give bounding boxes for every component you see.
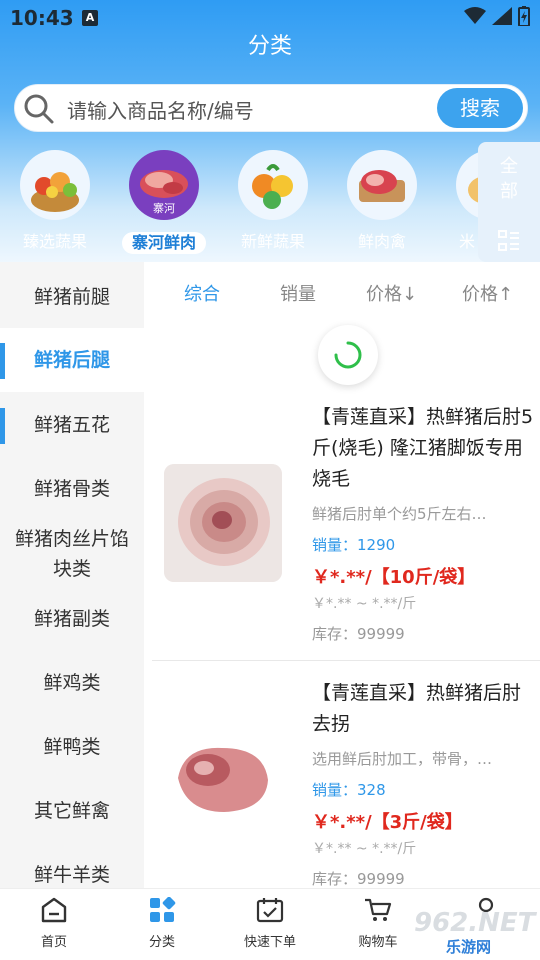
sidebar-item[interactable]: 鲜牛羊类 (0, 860, 144, 888)
product-description: 选用鲜后肘加工，带骨，… (312, 750, 493, 768)
product-divider (152, 660, 540, 661)
product-name: 【青莲直采】热鲜猪后肘去拐 (312, 682, 522, 735)
watermark-logo: 962.NET 乐游网 (402, 908, 538, 958)
page-title: 分类 (247, 34, 292, 59)
status-time: 10:43 (10, 6, 74, 30)
product-sales: 销量：1290 (312, 536, 396, 554)
sort-bar: 综合 销量 价格↓ 价格↑ (144, 262, 540, 322)
notification-indicator-icon: A (82, 10, 98, 26)
sidebar-item[interactable]: 鲜鸭类 (0, 732, 144, 762)
category-badge: 寨河 (153, 202, 175, 215)
category-sidebar: 鲜猪前腿 鲜猪后腿 鲜猪五花 鲜猪骨类 鲜猪肉丝片馅块类 鲜猪副类 鲜鸡类 鲜鸭… (0, 262, 144, 888)
tab-quick-order[interactable]: 快速下单 (220, 897, 320, 950)
product-price: ￥*.**/【3斤/袋】 (312, 812, 463, 833)
grid-list-icon (498, 230, 519, 251)
search-input[interactable]: 请输入商品名称/编号 (67, 95, 254, 124)
tab-category[interactable]: 分类 (112, 896, 212, 950)
sidebar-item[interactable]: 鲜猪前腿 (0, 282, 144, 312)
category-label-active: 寨河鲜肉 (121, 232, 206, 254)
sidebar-item-active[interactable]: 鲜猪后腿 (0, 328, 144, 444)
all-button-line1: 全 (500, 156, 518, 177)
loading-spinner (318, 325, 378, 385)
tab-label: 首页 (40, 935, 67, 950)
quick-order-icon (256, 898, 284, 923)
product-name: 【青莲直采】热鲜猪后肘5斤(烧毛) 隆江猪脚饭专用烧毛 (312, 406, 534, 490)
category-label: 鲜肉禽 (357, 232, 406, 251)
search-box[interactable]: 请输入商品名称/编号 搜索 (14, 84, 528, 132)
category-item-rice[interactable]: 米 (441, 150, 478, 252)
status-icons (464, 6, 530, 26)
category-icon (150, 896, 176, 922)
sidebar-item[interactable]: 其它鲜禽 (0, 796, 144, 826)
category-item-zhaihe-meat[interactable]: 寨河 寨河鲜肉 (114, 150, 214, 254)
watermark-main: 962.NET (414, 908, 536, 938)
product-description: 鲜猪后肘单个约5斤左右… (312, 505, 487, 523)
category-item-select-produce[interactable]: 臻选蔬果 (5, 150, 105, 252)
all-button-line2: 部 (500, 181, 518, 202)
product-price-range: ￥*.** ~ *.**/斤 (312, 841, 417, 857)
category-label: 臻选蔬果 (22, 232, 87, 251)
spinner-icon (334, 341, 362, 369)
category-strip: 臻选蔬果 寨河 寨河鲜肉 新鲜蔬果 鲜肉禽 米 (0, 150, 478, 260)
rice-icon (456, 150, 478, 220)
sort-price-asc[interactable]: 价格↑ (462, 280, 513, 306)
sort-sales[interactable]: 销量 (280, 280, 316, 306)
sort-comprehensive[interactable]: 综合 (184, 280, 220, 306)
category-item-meat-poultry[interactable]: 鲜肉禽 (332, 150, 432, 252)
category-label: 米 (459, 232, 476, 251)
sort-price-desc[interactable]: 价格↓ (366, 280, 417, 306)
produce-basket-icon (20, 150, 90, 220)
tab-label: 快速下单 (243, 935, 296, 950)
search-button[interactable]: 搜索 (437, 88, 523, 128)
product-image[interactable] (164, 718, 282, 836)
product-info: 【青莲直采】热鲜猪后肘5斤(烧毛) 隆江猪脚饭专用烧毛 鲜猪后肘单个约5斤左右…… (312, 402, 534, 644)
product-image[interactable] (164, 464, 282, 582)
sidebar-item[interactable]: 鲜猪肉丝片馅块类 (0, 524, 144, 584)
meat-board-icon (347, 150, 417, 220)
vegetables-icon (238, 150, 308, 220)
product-card[interactable]: 【青莲直采】热鲜猪后肘去拐 选用鲜后肘加工，带骨，… 销量：328 ￥*.**/… (152, 676, 540, 888)
signal-icon (492, 7, 512, 25)
active-indicator-bar (0, 343, 5, 379)
product-stock: 库存：99999 (312, 870, 405, 888)
product-stock: 库存：99999 (312, 625, 405, 643)
sidebar-item[interactable]: 鲜猪骨类 (0, 474, 144, 504)
product-price-range: ￥*.** ~ *.**/斤 (312, 596, 417, 612)
product-info: 【青莲直采】热鲜猪后肘去拐 选用鲜后肘加工，带骨，… 销量：328 ￥*.**/… (312, 678, 534, 888)
category-label: 新鲜蔬果 (240, 232, 305, 251)
sidebar-item[interactable]: 鲜猪五花 (0, 410, 144, 440)
tab-home[interactable]: 首页 (4, 897, 104, 950)
search-icon (24, 94, 54, 124)
product-card[interactable]: 【青莲直采】热鲜猪后肘5斤(烧毛) 隆江猪脚饭专用烧毛 鲜猪后肘单个约5斤左右…… (152, 400, 540, 660)
watermark-sub: 乐游网 (446, 936, 492, 957)
product-price: ￥*.**/【10斤/袋】 (312, 567, 476, 588)
tab-label: 分类 (148, 935, 175, 950)
battery-icon (518, 6, 530, 26)
cart-icon (365, 898, 392, 921)
all-button-label: 全 部 (478, 154, 540, 204)
wifi-icon (464, 7, 486, 24)
product-sales: 销量：328 (312, 781, 386, 799)
category-item-fresh-produce[interactable]: 新鲜蔬果 (223, 150, 323, 252)
all-categories-button[interactable]: 全 部 (478, 142, 540, 262)
sidebar-item[interactable]: 鲜鸡类 (0, 668, 144, 698)
sidebar-item-label: 鲜猪后腿 (33, 349, 110, 371)
home-icon (41, 897, 67, 923)
meat-platter-icon: 寨河 (129, 150, 199, 220)
sidebar-item[interactable]: 鲜猪副类 (0, 604, 144, 634)
